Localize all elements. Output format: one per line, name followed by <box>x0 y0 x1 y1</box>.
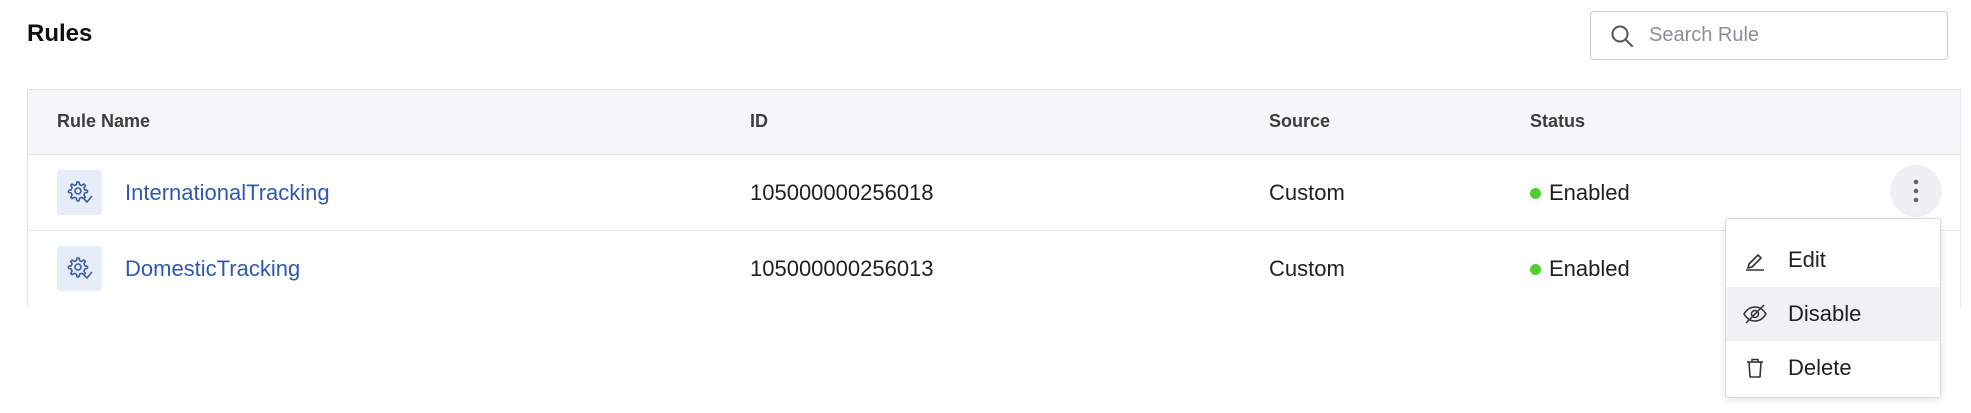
rule-name-link[interactable]: DomesticTracking <box>125 256 300 282</box>
menu-item-label: Disable <box>1788 301 1862 326</box>
table-header: Rule Name ID Source Status <box>28 90 1960 155</box>
column-header-source: Source <box>1269 111 1331 131</box>
menu-item-delete[interactable]: Delete <box>1726 341 1940 395</box>
menu-item-disable[interactable]: Disable <box>1726 287 1940 341</box>
status-badge: Enabled <box>1530 256 1630 282</box>
table-row[interactable]: InternationalTracking 105000000256018 Cu… <box>28 155 1960 231</box>
rule-gear-icon <box>57 170 102 215</box>
column-header-status: Status <box>1530 111 1586 131</box>
status-dot-icon <box>1530 187 1541 199</box>
menu-item-edit[interactable]: Edit <box>1726 233 1940 287</box>
column-header-id: ID <box>750 111 768 131</box>
rule-source: Custom <box>1269 256 1345 281</box>
rule-name-link[interactable]: InternationalTracking <box>125 180 330 206</box>
trash-icon <box>1742 355 1768 381</box>
edit-icon <box>1742 247 1768 273</box>
menu-item-label: Edit <box>1788 247 1826 272</box>
search-input[interactable] <box>1649 24 1929 47</box>
column-header-rule-name: Rule Name <box>57 111 151 131</box>
rule-id: 105000000256018 <box>750 180 934 205</box>
rule-id: 105000000256013 <box>750 256 934 281</box>
rule-gear-icon <box>57 246 102 291</box>
search-box[interactable] <box>1590 11 1948 60</box>
row-actions-menu: Edit Disable Delete <box>1725 218 1941 398</box>
status-dot-icon <box>1530 263 1541 275</box>
status-badge: Enabled <box>1530 180 1630 206</box>
rules-page: Rules Rule Name ID Source Status <box>0 0 1971 413</box>
status-label: Enabled <box>1549 180 1630 205</box>
more-options-button[interactable] <box>1890 165 1942 217</box>
status-label: Enabled <box>1549 256 1630 281</box>
rule-source: Custom <box>1269 180 1345 205</box>
menu-item-label: Delete <box>1788 355 1852 380</box>
eye-off-icon <box>1742 301 1768 327</box>
search-icon <box>1609 23 1635 49</box>
rules-table: Rule Name ID Source Status International… <box>27 89 1961 307</box>
table-row[interactable]: DomesticTracking 105000000256013 Custom … <box>28 231 1960 307</box>
page-title: Rules <box>27 20 93 47</box>
kebab-menu-icon <box>1913 179 1919 203</box>
